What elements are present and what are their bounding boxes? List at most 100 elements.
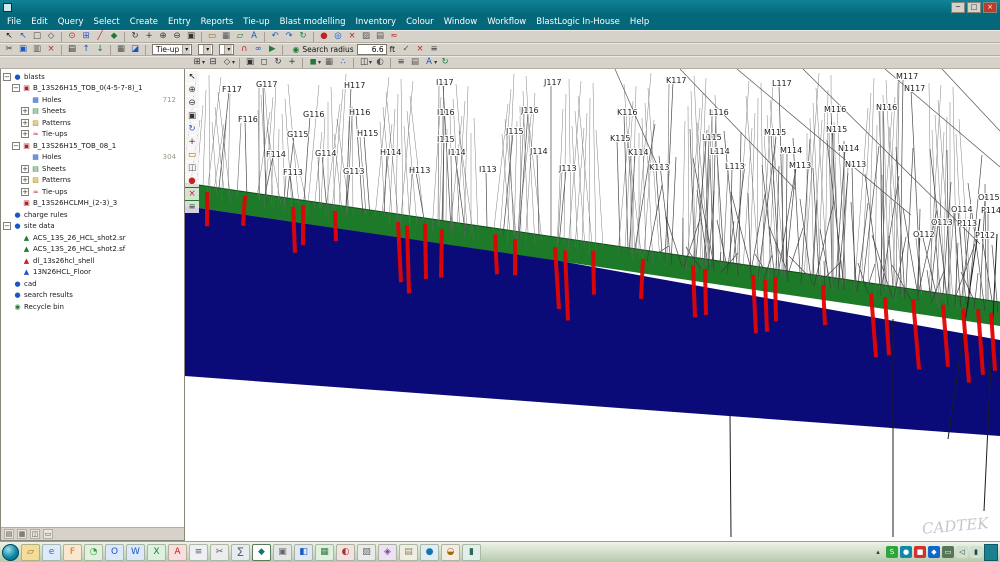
shading-icon[interactable]: ◐	[373, 57, 387, 69]
view-front-icon[interactable]: ⊟	[206, 57, 220, 69]
fit-view-icon[interactable]: ▣	[243, 57, 257, 69]
tray-tray-expand-icon[interactable]: ▴	[872, 546, 884, 558]
tieup-combo[interactable]: Tie-up ▾	[152, 44, 193, 55]
delete-icon[interactable]: ×	[44, 44, 58, 56]
move-hole-icon[interactable]: ◎	[331, 31, 345, 43]
paste-icon[interactable]: ▥	[30, 44, 44, 56]
delete-hole-icon[interactable]: ×	[345, 31, 359, 43]
tieup-tool-icon[interactable]: ≈	[387, 31, 401, 43]
taskbar-app-14-icon[interactable]: ◧	[294, 543, 313, 561]
cut-icon[interactable]: ✂	[2, 44, 16, 56]
maximize-button[interactable]: □	[967, 1, 981, 13]
taskbar-excel-icon[interactable]: X	[147, 543, 166, 561]
panel-sync-icon[interactable]: ◫	[30, 529, 40, 539]
tree-item-blasts[interactable]: − ● blasts	[1, 71, 184, 83]
mini-combo-2[interactable]: ▾	[219, 44, 235, 55]
taskbar-firefox-icon[interactable]: F	[63, 543, 82, 561]
zoom-out-icon[interactable]: ⊖	[170, 31, 184, 43]
tree-expander[interactable]: +	[21, 187, 29, 196]
tree-expander[interactable]: −	[3, 222, 11, 231]
tree-expander[interactable]: −	[12, 84, 20, 93]
properties-icon[interactable]: ▤	[408, 57, 422, 69]
play-sequence-icon[interactable]: ▶	[265, 44, 279, 56]
vp-pan-icon[interactable]: +	[185, 136, 199, 148]
select-box-icon[interactable]: □	[30, 31, 44, 43]
sheet-tool-icon[interactable]: ▤	[373, 31, 387, 43]
tree-expander[interactable]: +	[21, 107, 29, 116]
tree-item-holes[interactable]: ▦ Holes 304	[1, 152, 184, 164]
options-icon[interactable]: ≡	[427, 44, 441, 56]
taskbar-acrobat-icon[interactable]: A	[168, 543, 187, 561]
taskbar-outlook-icon[interactable]: O	[105, 543, 124, 561]
tree-item-sheets[interactable]: + ▤ Sheets	[1, 106, 184, 118]
show-desktop-button[interactable]	[984, 543, 998, 561]
pan-view-icon[interactable]: +	[142, 31, 156, 43]
measure-ruler-icon[interactable]: ▭	[205, 31, 219, 43]
tree-item-dl-13s26hcl-shell[interactable]: ▲ dl_13s26hcl_shell	[1, 255, 184, 267]
tree-expander[interactable]: +	[21, 164, 29, 173]
tree-item-recycle-bin[interactable]: ◉ Recycle bin	[1, 301, 184, 313]
vp-zoom-in-icon[interactable]: ⊕	[185, 84, 199, 96]
menu-tie-up[interactable]: Tie-up	[238, 16, 274, 28]
tree-expander[interactable]: +	[21, 130, 29, 139]
vp-orbit-icon[interactable]: ↻	[185, 123, 199, 135]
menu-help[interactable]: Help	[625, 16, 654, 28]
view-iso-dropdown-arrow[interactable]: ▾	[232, 59, 235, 66]
tree-item-b-13s26hclmh-2-3-3[interactable]: ▣ B_13S26HCLMH_(2-3)_3	[1, 198, 184, 210]
tree-item-sheets[interactable]: + ▤ Sheets	[1, 163, 184, 175]
vp-settings-icon[interactable]: ≡	[185, 201, 199, 213]
menu-entry[interactable]: Entry	[163, 16, 196, 28]
tree-expander[interactable]: −	[3, 72, 11, 81]
snap-grid-icon[interactable]: ⊞	[79, 31, 93, 43]
tree-item-acs-13s-26-hcl-shot2-sf[interactable]: ▲ ACS_13S_26_HCL_shot2.sf	[1, 244, 184, 256]
tree-item-b-13s26h15-tob-0-4-5-7-8-1[interactable]: − ▣ B_13S26H15_TOB_0(4-5-7-8)_1	[1, 83, 184, 95]
menu-reports[interactable]: Reports	[196, 16, 239, 28]
snap-line-icon[interactable]: ╱	[93, 31, 107, 43]
panel-pin-icon[interactable]: ▭	[43, 529, 53, 539]
tree-item-site-data[interactable]: − ● site data	[1, 221, 184, 233]
table-view-icon[interactable]: ▦	[114, 44, 128, 56]
taskbar-app-20-icon[interactable]: ●	[420, 543, 439, 561]
display-points-icon[interactable]: ∴	[336, 57, 350, 69]
tree-item-patterns[interactable]: + ▨ Patterns	[1, 117, 184, 129]
menu-file[interactable]: File	[2, 16, 26, 28]
menu-blastlogic-in-house[interactable]: BlastLogic In-House	[531, 16, 625, 28]
tree-item-tie-ups[interactable]: + ≈ Tie-ups	[1, 129, 184, 141]
menu-colour[interactable]: Colour	[401, 16, 439, 28]
cancel-icon[interactable]: ×	[413, 44, 427, 56]
taskbar-app-17-icon[interactable]: ▨	[357, 543, 376, 561]
tree-expander[interactable]: +	[21, 118, 29, 127]
tray-tray-sync-icon[interactable]: ●	[900, 546, 912, 558]
zoom-extents-icon[interactable]: ▣	[184, 31, 198, 43]
rotate-view-icon[interactable]: ↻	[128, 31, 142, 43]
tree-item-patterns[interactable]: + ▨ Patterns	[1, 175, 184, 187]
mini-combo-1[interactable]: ▾	[198, 44, 214, 55]
tree-expander[interactable]: −	[12, 141, 20, 150]
print-icon[interactable]: ▤	[65, 44, 79, 56]
tray-tray-alert-icon[interactable]: ■	[914, 546, 926, 558]
menu-inventory[interactable]: Inventory	[350, 16, 401, 28]
taskbar-windows-explorer-icon[interactable]: ▱	[21, 543, 40, 561]
clip-section-dropdown-arrow[interactable]: ▾	[369, 59, 372, 66]
grid-toggle-icon[interactable]: ▦	[219, 31, 233, 43]
taskbar-app-15-icon[interactable]: ▦	[315, 543, 334, 561]
refresh-view-icon[interactable]: ↻	[438, 57, 452, 69]
taskbar-chrome-icon[interactable]: ◔	[84, 543, 103, 561]
menu-create[interactable]: Create	[125, 16, 163, 28]
menu-select[interactable]: Select	[89, 16, 125, 28]
select-pointer-icon[interactable]: ↖	[2, 31, 16, 43]
snap-midpoint-icon[interactable]: ◆	[107, 31, 121, 43]
menu-blast-modelling[interactable]: Blast modelling	[275, 16, 351, 28]
pan-tool-icon[interactable]: +	[285, 57, 299, 69]
taskbar-app-21-icon[interactable]: ◒	[441, 543, 460, 561]
taskbar-app-19-icon[interactable]: ▤	[399, 543, 418, 561]
create-hole-icon[interactable]: ●	[317, 31, 331, 43]
display-wireframe-icon[interactable]: ▦	[322, 57, 336, 69]
orbit-view-icon[interactable]: ↻	[271, 57, 285, 69]
vp-select-icon[interactable]: ↖	[185, 71, 199, 83]
panel-lock-icon[interactable]: ▤	[4, 529, 14, 539]
export-icon[interactable]: ↑	[79, 44, 93, 56]
vp-point-icon[interactable]: ●	[185, 175, 199, 187]
taskbar-app-16-icon[interactable]: ◐	[336, 543, 355, 561]
refresh-icon[interactable]: ↻	[296, 31, 310, 43]
